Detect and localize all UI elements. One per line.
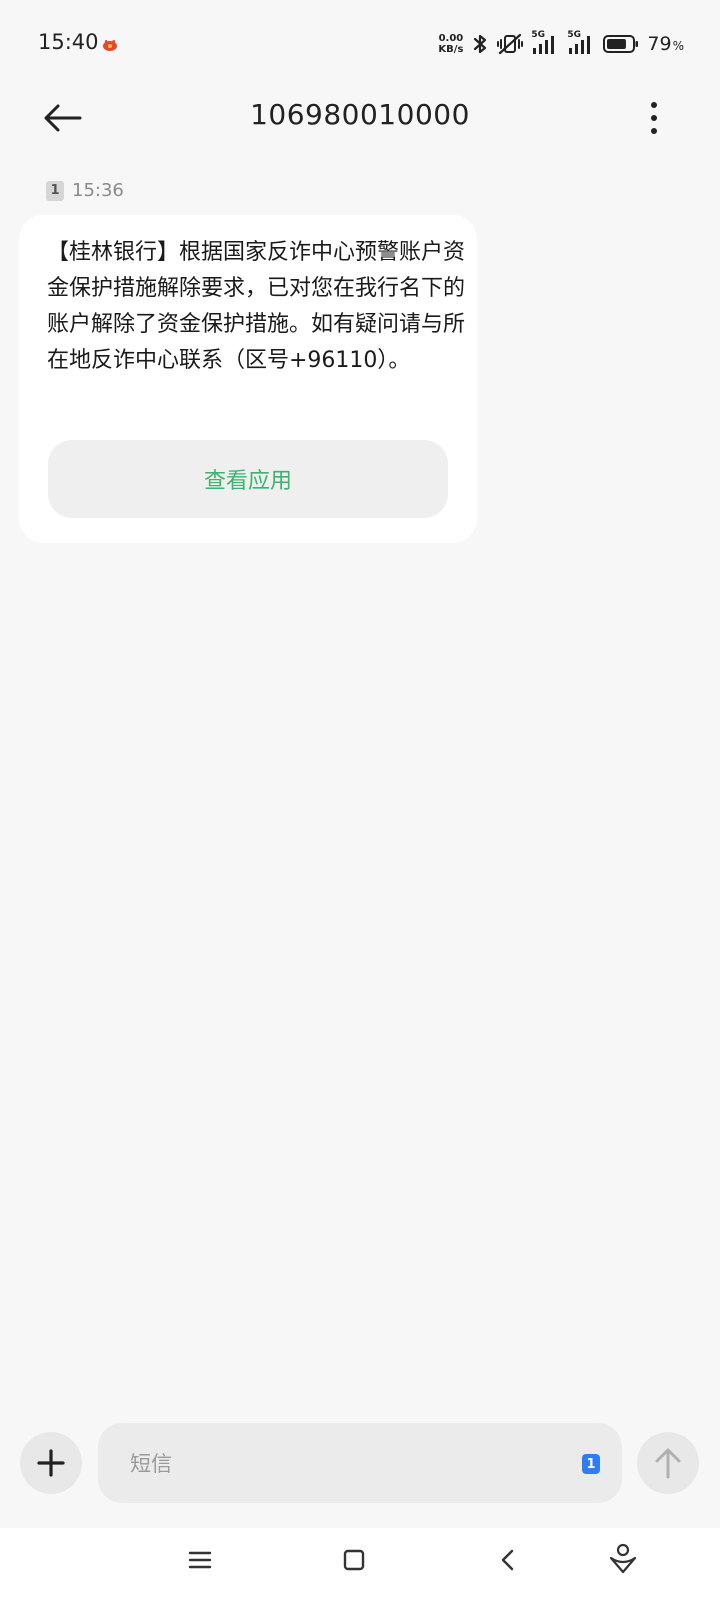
more-options-button[interactable] — [642, 98, 666, 138]
message-meta: 1 15:36 — [46, 180, 124, 201]
net-speed-value: 0.00 — [438, 33, 464, 44]
more-vertical-icon — [651, 102, 657, 134]
conversation-title: 106980010000 — [250, 98, 470, 131]
send-button[interactable] — [637, 1432, 699, 1494]
top-bar: 106980010000 — [0, 88, 720, 148]
bluetooth-icon — [474, 34, 487, 54]
status-icons: 0.00 KB/s 5G 5G 79 % — [438, 28, 684, 60]
battery-icon — [603, 35, 639, 53]
status-bar: 15:40 0.00 KB/s 5G 5G 79 % — [0, 0, 720, 90]
chevron-left-icon — [501, 1549, 514, 1571]
sim1-network-type: 5G — [531, 30, 546, 40]
net-speed: 0.00 KB/s — [438, 33, 463, 55]
square-icon — [343, 1549, 365, 1571]
battery-percent-unit: % — [672, 39, 684, 53]
arrow-left-icon — [44, 104, 82, 132]
nav-back-button[interactable] — [496, 1548, 520, 1576]
vibrate-off-icon — [497, 33, 524, 55]
message-text: 【桂林银行】根据国家反诈中心预警账户资金保护措施解除要求，已对您在我行名下的账户… — [47, 240, 466, 373]
message-bubble[interactable]: 【桂林银行】根据国家反诈中心预警账户资金保护措施解除要求，已对您在我行名下的账户… — [19, 215, 477, 543]
arrow-up-icon — [655, 1448, 681, 1479]
net-speed-unit: KB/s — [438, 44, 464, 55]
sim2-network-type: 5G — [567, 30, 582, 40]
add-attachment-button[interactable] — [20, 1432, 82, 1494]
nav-menu-button[interactable] — [188, 1548, 212, 1576]
sim2-signal: 5G — [567, 30, 595, 56]
sim-select-badge[interactable]: 1 — [582, 1454, 600, 1474]
battery-percent: 79% — [647, 33, 684, 55]
sim1-signal: 5G — [531, 30, 559, 56]
status-time: 15:40 — [38, 30, 99, 54]
notification-app-icon — [103, 40, 117, 51]
nav-assistant-button[interactable] — [608, 1542, 638, 1578]
back-button[interactable] — [38, 96, 86, 140]
nav-home-button[interactable] — [342, 1548, 366, 1576]
plus-icon — [37, 1449, 65, 1477]
menu-icon — [188, 1551, 212, 1569]
message-input[interactable] — [128, 1443, 552, 1485]
message-input-box[interactable]: 1 — [98, 1423, 622, 1503]
message-time: 15:36 — [72, 180, 124, 201]
view-app-button[interactable]: 查看应用 — [48, 440, 448, 518]
battery-percent-value: 79 — [647, 33, 672, 55]
sim-slot-badge: 1 — [46, 180, 64, 201]
assistant-icon — [609, 1543, 637, 1574]
navigation-bar — [0, 1528, 720, 1600]
